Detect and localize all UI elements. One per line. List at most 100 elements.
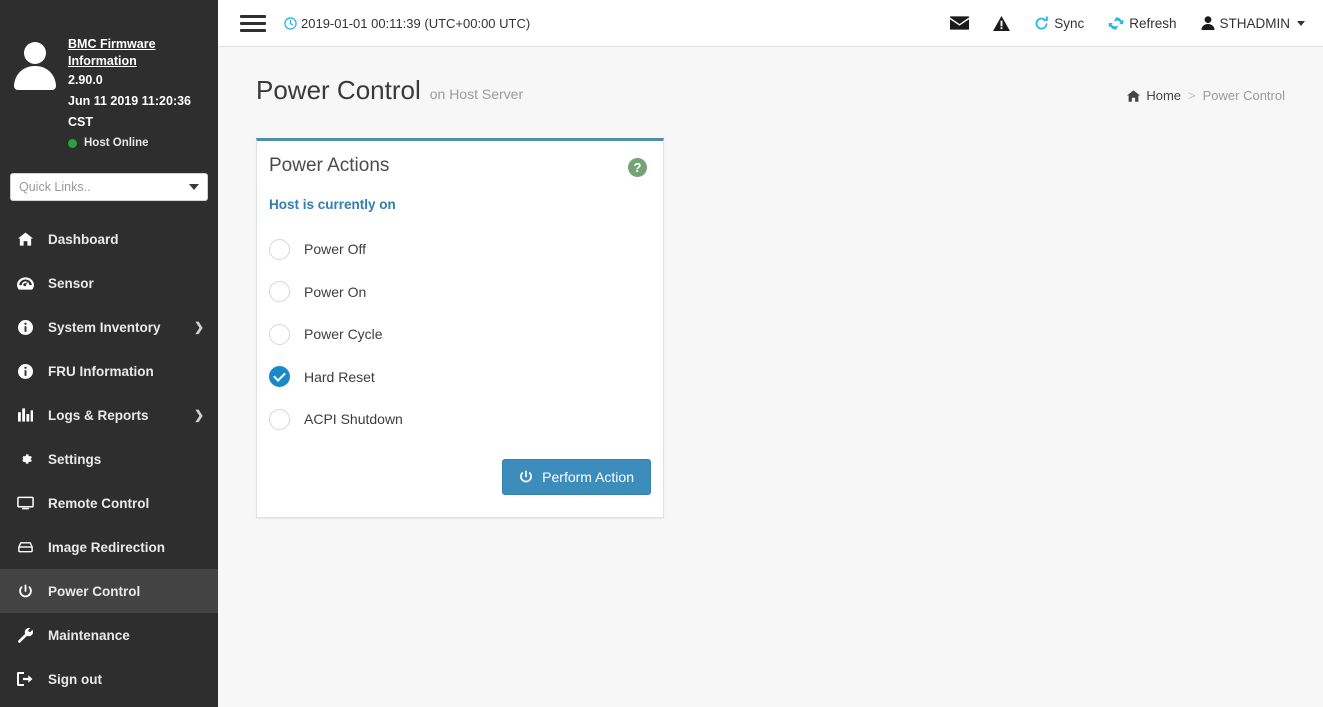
radio-label: Power On: [304, 284, 366, 300]
radio-option-power-on[interactable]: Power On: [269, 271, 651, 314]
sync-icon: [1034, 16, 1049, 31]
wrench-icon: [14, 628, 36, 643]
sidebar-item-label: System Inventory: [48, 320, 194, 335]
sidebar-item-settings[interactable]: Settings: [0, 437, 218, 481]
sidebar-item-label: Dashboard: [48, 232, 204, 247]
radio-indicator[interactable]: [269, 281, 290, 302]
clock-icon: [284, 17, 297, 30]
gauge-icon: [14, 277, 36, 290]
perform-action-label: Perform Action: [542, 469, 634, 485]
firmware-version: 2.90.0: [68, 70, 208, 91]
breadcrumb-separator: >: [1188, 88, 1196, 103]
top-bar-actions: Sync Refresh STHADMIN: [950, 16, 1305, 31]
radio-option-acpi-shutdown[interactable]: ACPI Shutdown: [269, 398, 651, 441]
info-circle-icon: [14, 364, 36, 379]
sidebar-item-label: FRU Information: [48, 364, 204, 379]
power-icon: [14, 584, 36, 599]
sidebar-item-fru-information[interactable]: FRU Information: [0, 349, 218, 393]
sidebar-item-system-inventory[interactable]: System Inventory ❯: [0, 305, 218, 349]
sidebar-item-label: Maintenance: [48, 628, 204, 643]
sidebar-item-label: Power Control: [48, 584, 204, 599]
gear-icon: [14, 452, 36, 467]
sidebar-item-image-redirection[interactable]: Image Redirection: [0, 525, 218, 569]
mail-icon[interactable]: [950, 16, 969, 30]
page-content: Power Control on Host Server Home > Powe…: [218, 47, 1323, 707]
refresh-icon: [1108, 16, 1124, 31]
home-icon: [1127, 90, 1140, 102]
radio-label: Power Off: [304, 241, 366, 257]
avatar: [12, 42, 58, 88]
host-status: Host Online: [68, 137, 208, 149]
sidebar-item-sign-out[interactable]: Sign out: [0, 657, 218, 701]
card-footer: Perform Action: [257, 447, 663, 517]
chevron-down-icon: [1297, 21, 1305, 26]
disk-icon: [14, 541, 36, 553]
host-power-status: Host is currently on: [257, 183, 663, 216]
user-icon: [1201, 16, 1215, 30]
chevron-right-icon: ❯: [194, 408, 204, 422]
sidebar-item-label: Remote Control: [48, 496, 204, 511]
card-title: Power Actions: [269, 155, 389, 177]
quick-links-placeholder: Quick Links..: [19, 180, 91, 194]
perform-action-button[interactable]: Perform Action: [502, 459, 651, 495]
sidebar-item-label: Image Redirection: [48, 540, 204, 555]
refresh-button[interactable]: Refresh: [1108, 16, 1176, 31]
sidebar-item-label: Settings: [48, 452, 204, 467]
sidebar-item-label: Logs & Reports: [48, 408, 194, 423]
sidebar-item-power-control[interactable]: Power Control: [0, 569, 218, 613]
bar-chart-icon: [14, 408, 36, 422]
main-area: 2019-01-01 00:11:39 (UTC+00:00 UTC) Sync: [218, 0, 1323, 707]
home-icon: [14, 232, 36, 246]
info-circle-icon: [14, 320, 36, 335]
user-menu[interactable]: STHADMIN: [1201, 16, 1306, 31]
help-icon[interactable]: ?: [628, 158, 647, 177]
status-dot-icon: [68, 139, 77, 148]
radio-label: Power Cycle: [304, 326, 383, 342]
sidebar-item-logs-and-reports[interactable]: Logs & Reports ❯: [0, 393, 218, 437]
warning-icon[interactable]: [993, 16, 1010, 31]
radio-label: ACPI Shutdown: [304, 411, 403, 427]
breadcrumb: Home > Power Control: [1127, 88, 1285, 103]
top-bar: 2019-01-01 00:11:39 (UTC+00:00 UTC) Sync: [218, 0, 1323, 47]
app-root: BMC Firmware Information 2.90.0 Jun 11 2…: [0, 0, 1323, 707]
page-subtitle: on Host Server: [430, 86, 523, 102]
sync-label: Sync: [1054, 16, 1084, 31]
firmware-info-block: BMC Firmware Information 2.90.0 Jun 11 2…: [0, 0, 218, 157]
radio-option-power-cycle[interactable]: Power Cycle: [269, 313, 651, 356]
sidebar-item-remote-control[interactable]: Remote Control: [0, 481, 218, 525]
power-actions-card: Power Actions ? Host is currently on Pow…: [256, 138, 664, 518]
user-label: STHADMIN: [1220, 16, 1291, 31]
sidebar-item-sensor[interactable]: Sensor: [0, 261, 218, 305]
menu-toggle-icon[interactable]: [240, 11, 266, 36]
radio-indicator[interactable]: [269, 239, 290, 260]
card-header: Power Actions ?: [257, 141, 663, 183]
sidebar-nav: Dashboard Sensor System Inventory ❯: [0, 217, 218, 701]
bmc-firmware-information-link[interactable]: BMC Firmware Information: [68, 36, 208, 70]
page-title: Power Control: [256, 75, 421, 106]
sidebar: BMC Firmware Information 2.90.0 Jun 11 2…: [0, 0, 218, 707]
chevron-down-icon: [189, 184, 199, 190]
radio-indicator[interactable]: [269, 324, 290, 345]
quick-links-select[interactable]: Quick Links..: [10, 173, 208, 201]
sidebar-item-dashboard[interactable]: Dashboard: [0, 217, 218, 261]
firmware-build-date: Jun 11 2019 11:20:36 CST: [68, 91, 208, 133]
sign-out-icon: [14, 672, 36, 686]
radio-label: Hard Reset: [304, 369, 375, 385]
sidebar-item-label: Sign out: [48, 672, 204, 687]
refresh-label: Refresh: [1129, 16, 1176, 31]
chevron-right-icon: ❯: [194, 320, 204, 334]
radio-option-hard-reset[interactable]: Hard Reset: [269, 356, 651, 399]
power-action-options: Power Off Power On Power Cycle Hard Rese…: [257, 216, 663, 447]
sidebar-item-maintenance[interactable]: Maintenance: [0, 613, 218, 657]
breadcrumb-home-link[interactable]: Home: [1146, 88, 1181, 103]
radio-indicator[interactable]: [269, 409, 290, 430]
host-status-label: Host Online: [84, 137, 149, 149]
sync-button[interactable]: Sync: [1034, 16, 1084, 31]
page-header: Power Control on Host Server Home > Powe…: [256, 47, 1285, 106]
timestamp: 2019-01-01 00:11:39 (UTC+00:00 UTC): [301, 16, 530, 31]
radio-option-power-off[interactable]: Power Off: [269, 228, 651, 271]
breadcrumb-current: Power Control: [1203, 88, 1285, 103]
sidebar-item-label: Sensor: [48, 276, 204, 291]
radio-indicator-selected[interactable]: [269, 366, 290, 387]
monitor-icon: [14, 496, 36, 510]
